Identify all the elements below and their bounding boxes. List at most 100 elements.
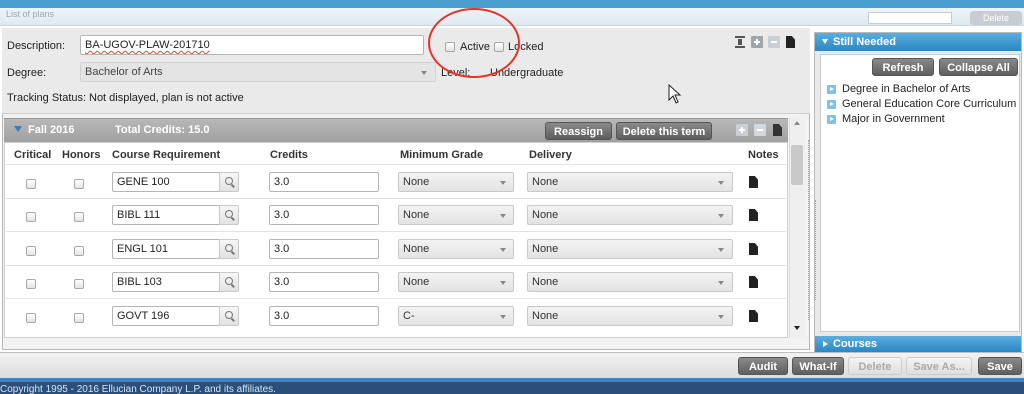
chevron-down-icon bbox=[718, 248, 724, 252]
course-code: GOVT 196 bbox=[117, 310, 170, 322]
minimum-grade-select[interactable]: None bbox=[398, 172, 514, 192]
chevron-down-icon bbox=[500, 181, 506, 185]
degree-select[interactable]: Bachelor of Arts bbox=[80, 62, 436, 82]
credits-input[interactable]: 3.0 bbox=[269, 205, 379, 225]
critical-checkbox[interactable] bbox=[26, 246, 36, 256]
scroll-down-icon[interactable] bbox=[794, 326, 800, 330]
refresh-button[interactable]: Refresh bbox=[872, 58, 934, 76]
right-panel-splitter[interactable] bbox=[815, 200, 819, 300]
collapse-still-needed-icon[interactable] bbox=[822, 39, 828, 44]
credits-input[interactable]: 3.0 bbox=[269, 306, 379, 326]
delivery-select[interactable]: None bbox=[527, 205, 733, 225]
mouse-cursor-icon bbox=[668, 84, 682, 104]
course-requirement-input[interactable]: BIBL 103 bbox=[112, 272, 220, 292]
course-search-button[interactable] bbox=[219, 272, 239, 292]
delivery-select[interactable]: None bbox=[527, 239, 733, 259]
delivery-select[interactable]: None bbox=[527, 306, 733, 326]
top-accent-bar bbox=[0, 0, 1024, 8]
credits-input[interactable]: 3.0 bbox=[269, 239, 379, 259]
credits-value: 3.0 bbox=[274, 176, 290, 188]
minimum-grade-select[interactable]: None bbox=[398, 205, 514, 225]
credits-input[interactable]: 3.0 bbox=[269, 172, 379, 192]
delivery-select[interactable]: None bbox=[527, 172, 733, 192]
minimum-grade-value: C- bbox=[403, 310, 415, 322]
still-needed-header[interactable]: Still Needed bbox=[815, 33, 1021, 51]
course-search-button[interactable] bbox=[219, 205, 239, 225]
critical-checkbox[interactable] bbox=[26, 212, 36, 222]
honors-checkbox[interactable] bbox=[74, 313, 84, 323]
minimum-grade-value: None bbox=[403, 176, 430, 188]
course-code: ENGL 101 bbox=[117, 243, 168, 255]
critical-checkbox[interactable] bbox=[26, 313, 36, 323]
chevron-down-icon bbox=[718, 214, 724, 218]
add-icon[interactable] bbox=[751, 36, 763, 48]
audit-button[interactable]: Audit bbox=[738, 357, 788, 375]
course-search-button[interactable] bbox=[219, 172, 239, 192]
course-search-button[interactable] bbox=[219, 306, 239, 326]
critical-checkbox[interactable] bbox=[26, 279, 36, 289]
delete-plan-button[interactable]: Delete bbox=[970, 11, 1022, 25]
credits-input[interactable]: 3.0 bbox=[269, 272, 379, 292]
reassign-button[interactable]: Reassign bbox=[545, 122, 612, 140]
scrollbar-thumb[interactable] bbox=[791, 145, 803, 185]
row-divider bbox=[6, 198, 786, 199]
search-icon bbox=[225, 277, 235, 288]
term-total-credits: Total Credits: 15.0 bbox=[115, 124, 210, 136]
minimum-grade-select[interactable]: None bbox=[398, 239, 514, 259]
course-search-button[interactable] bbox=[219, 239, 239, 259]
chevron-down-icon bbox=[421, 71, 427, 75]
list-of-plans-title: List of plans bbox=[6, 9, 55, 19]
delivery-value: None bbox=[532, 176, 559, 188]
degree-value: Bachelor of Arts bbox=[85, 66, 163, 78]
panel-splitter[interactable] bbox=[808, 140, 812, 320]
critical-checkbox[interactable] bbox=[26, 179, 36, 189]
plan-list-search-input[interactable] bbox=[868, 12, 952, 24]
remove-course-icon[interactable] bbox=[754, 124, 766, 136]
chevron-down-icon bbox=[500, 214, 506, 218]
honors-checkbox[interactable] bbox=[74, 279, 84, 289]
expand-icon[interactable] bbox=[734, 36, 746, 48]
course-requirement-input[interactable]: BIBL 111 bbox=[112, 205, 220, 225]
course-requirement-input[interactable]: ENGL 101 bbox=[112, 239, 220, 259]
expand-requirement-icon[interactable] bbox=[827, 100, 836, 109]
add-course-icon[interactable] bbox=[736, 124, 748, 136]
search-icon bbox=[225, 244, 235, 255]
honors-checkbox[interactable] bbox=[74, 246, 84, 256]
remove-icon[interactable] bbox=[768, 36, 780, 48]
delivery-select[interactable]: None bbox=[527, 272, 733, 292]
honors-checkbox[interactable] bbox=[74, 212, 84, 222]
course-requirement-input[interactable]: GOVT 196 bbox=[112, 306, 220, 326]
collapse-all-button[interactable]: Collapse All bbox=[939, 58, 1018, 76]
courses-header[interactable]: Courses bbox=[815, 336, 1021, 352]
footer-accent-strip bbox=[0, 378, 1024, 382]
credits-value: 3.0 bbox=[274, 310, 290, 322]
expand-courses-icon[interactable] bbox=[823, 341, 828, 347]
search-icon bbox=[225, 210, 235, 221]
save-button[interactable]: Save bbox=[978, 357, 1022, 375]
minimum-grade-value: None bbox=[403, 209, 430, 221]
search-icon bbox=[225, 311, 235, 322]
chevron-down-icon bbox=[500, 248, 506, 252]
delivery-value: None bbox=[532, 310, 559, 322]
minimum-grade-select[interactable]: None bbox=[398, 272, 514, 292]
course-requirement-input[interactable]: GENE 100 bbox=[112, 172, 220, 192]
expand-requirement-icon[interactable] bbox=[827, 85, 836, 94]
what-if-button[interactable]: What-If bbox=[792, 357, 844, 375]
requirement-label: General Education Core Curriculum bbox=[842, 98, 1017, 110]
credits-value: 3.0 bbox=[274, 243, 290, 255]
scroll-up-icon[interactable] bbox=[794, 121, 800, 125]
row-divider bbox=[6, 231, 786, 232]
column-header-critical: Critical bbox=[14, 149, 52, 161]
honors-checkbox[interactable] bbox=[74, 179, 84, 189]
course-code: GENE 100 bbox=[117, 176, 170, 188]
minimum-grade-select[interactable]: C- bbox=[398, 306, 514, 326]
description-field[interactable]: BA-UGOV-PLAW-201710 bbox=[80, 35, 424, 55]
collapse-term-icon[interactable] bbox=[14, 126, 22, 132]
description-value: BA-UGOV-PLAW-201710 bbox=[85, 39, 210, 51]
expand-requirement-icon[interactable] bbox=[827, 115, 836, 124]
delete-term-button[interactable]: Delete this term bbox=[616, 122, 712, 140]
column-header-honors: Honors bbox=[62, 149, 101, 161]
minimum-grade-value: None bbox=[403, 243, 430, 255]
save-as-button[interactable]: Save As... bbox=[906, 357, 972, 375]
delete-button[interactable]: Delete bbox=[848, 357, 902, 375]
